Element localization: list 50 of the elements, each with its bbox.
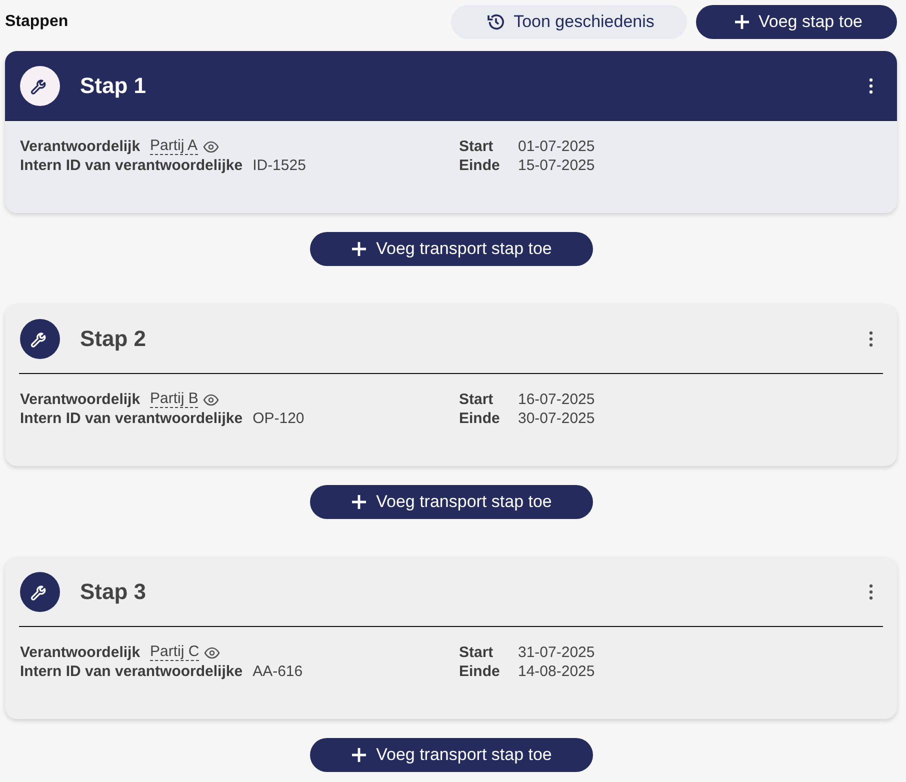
step-card[interactable]: Stap 2 Verantwoordelijk Partij B Intern ID van verantwoordelijke OP-120 Start 16-07-2025 Einde 30-07-2025 [5, 304, 897, 466]
add-transport-button[interactable]: Voeg transport stap toe [310, 738, 592, 772]
kebab-icon [869, 584, 873, 600]
party-link[interactable]: Partij B [150, 391, 198, 408]
section-title: Stappen [5, 13, 68, 31]
field-value: 15-07-2025 [518, 156, 595, 175]
kebab-icon [869, 78, 873, 94]
field-label: Start [459, 137, 494, 156]
history-icon [486, 12, 506, 32]
wrench-icon [20, 66, 60, 106]
eye-icon [204, 646, 220, 658]
field-value: 16-07-2025 [518, 390, 595, 409]
field-label: Start [459, 390, 494, 409]
field-value: 14-08-2025 [518, 662, 595, 681]
field-label: Start [459, 643, 494, 662]
plus-icon [350, 493, 368, 511]
field-value: 31-07-2025 [518, 643, 595, 662]
field-label: Einde [459, 662, 501, 681]
step-card[interactable]: Stap 1 Verantwoordelijk Partij A Intern ID van verantwoordelijke ID-1525 Start 01-07-2025 Einde 15-07-2025 [5, 51, 897, 213]
field-value: OP-120 [252, 409, 304, 428]
field-value: 30-07-2025 [518, 409, 595, 428]
field-label: Verantwoordelijk [20, 390, 140, 409]
field-value: 01-07-2025 [518, 137, 595, 156]
kebab-icon [869, 330, 873, 346]
add-transport-button[interactable]: Voeg transport stap toe [310, 485, 592, 519]
step-title: Stap 3 [80, 578, 148, 604]
add-transport-button[interactable]: Voeg transport stap toe [310, 232, 592, 266]
party-link[interactable]: Partij C [150, 644, 200, 661]
wrench-icon [20, 572, 60, 612]
eye-icon [202, 140, 219, 152]
field-value: AA-616 [252, 662, 303, 681]
field-label: Intern ID van verantwoordelijke [20, 156, 243, 175]
wrench-icon [20, 318, 60, 358]
field-label: Intern ID van verantwoordelijke [20, 662, 243, 681]
history-button[interactable]: Toon geschiedenis [451, 5, 687, 39]
field-label: Verantwoordelijk [20, 643, 140, 662]
eye-icon [203, 394, 220, 406]
party-link[interactable]: Partij A [150, 138, 198, 155]
plus-icon [732, 13, 750, 31]
field-label: Verantwoordelijk [20, 137, 140, 156]
step-title: Stap 1 [80, 72, 148, 98]
field-label: Einde [459, 156, 501, 175]
plus-icon [350, 746, 368, 764]
add-step-button[interactable]: Voeg stap toe [696, 5, 897, 39]
plus-icon [350, 240, 368, 258]
step-card[interactable]: Stap 3 Verantwoordelijk Partij C Intern ID van verantwoordelijke AA-616 Start 31-07-2025 Einde 14-08-2025 [5, 557, 897, 719]
field-label: Intern ID van verantwoordelijke [20, 409, 243, 428]
field-label: Einde [459, 409, 501, 428]
field-value: ID-1525 [252, 156, 306, 175]
step-title: Stap 2 [80, 326, 148, 352]
